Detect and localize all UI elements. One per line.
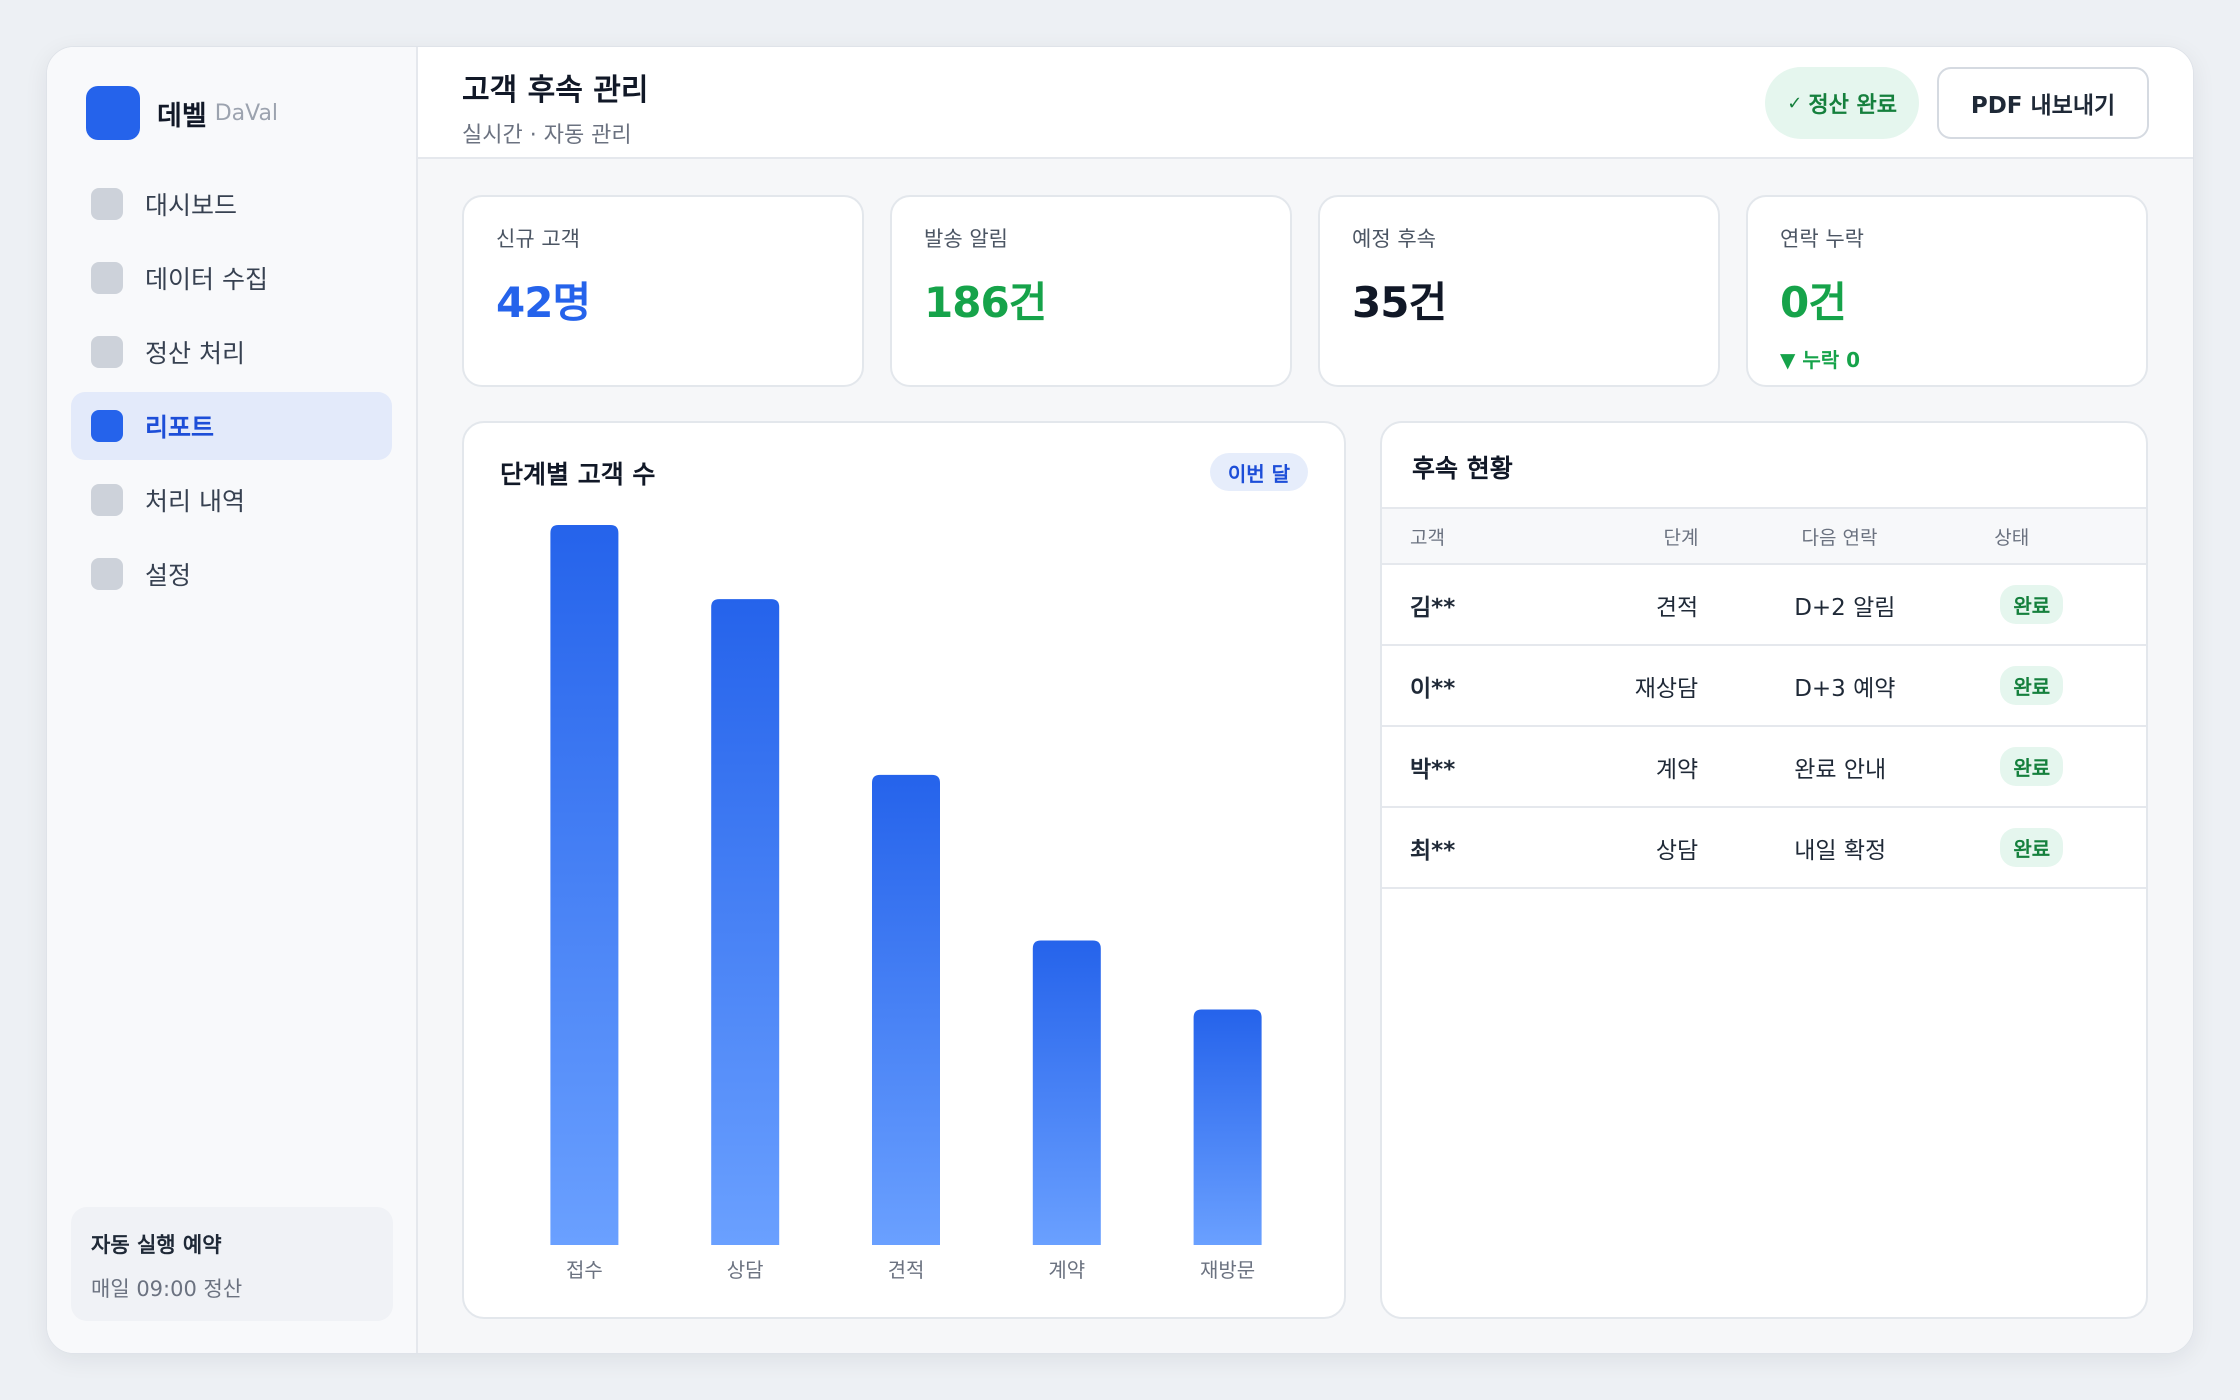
- stat-label: 신규 고객: [496, 227, 580, 251]
- brand[interactable]: 데벨 DaVal: [86, 86, 392, 140]
- settlement-status-label: 정산 완료: [1808, 93, 1897, 118]
- topbar: 고객 후속 관리 실시간 · 자동 관리 ✓ 정산 완료 PDF 내보내기: [418, 47, 2193, 159]
- status-badge: 완료: [2000, 585, 2064, 624]
- bar-chart: 접수 상담 견적 계약 재방문: [550, 525, 1262, 1282]
- table-row[interactable]: 김** 견적 D+2 알림 완료: [1382, 565, 2146, 646]
- check-icon: ✓: [1787, 92, 1803, 114]
- settlement-status-badge: ✓ 정산 완료: [1765, 67, 1919, 139]
- status-badge: 완료: [2000, 666, 2064, 705]
- sidebar-item-label: 데이터 수집: [145, 265, 268, 294]
- schedule-desc: 매일 09:00 정산: [91, 1277, 243, 1301]
- cell-next-contact: 완료 안내: [1794, 756, 1887, 783]
- stat-card-sent-alerts: 발송 알림 186건: [890, 195, 1292, 387]
- bar-5[interactable]: [1193, 1009, 1262, 1245]
- cell-stage: 계약: [1655, 756, 1699, 783]
- sidebar: 데벨 DaVal 대시보드 데이터 수집 정산 처리 리포트 처리 내역 설정 …: [47, 47, 418, 1353]
- auto-schedule-card[interactable]: 자동 실행 예약 매일 09:00 정산: [71, 1207, 393, 1321]
- stat-card-missed-contacts: 연락 누락 0건 ▼ 누락 0: [1746, 195, 2148, 387]
- report-icon: [91, 410, 123, 442]
- x-tick-label: 상담: [727, 1258, 764, 1282]
- table-row[interactable]: 이** 재상담 D+3 예약 완료: [1382, 646, 2146, 727]
- brand-name: 데벨: [157, 100, 207, 132]
- sidebar-item-data-collection[interactable]: 데이터 수집: [71, 244, 392, 312]
- stats-row: 신규 고객 42명 발송 알림 186건 예정 후속 35건 연락 누락 0건 …: [462, 195, 2148, 387]
- stat-value: 186건: [924, 278, 1047, 327]
- stat-label: 예정 후속: [1352, 227, 1436, 251]
- table-title: 후속 현황: [1412, 454, 1513, 483]
- sidebar-item-settings[interactable]: 설정: [71, 540, 392, 608]
- followup-table: 고객 단계 다음 연락 상태 김** 견적 D+2 알림 완료 이** 재상담 …: [1382, 507, 2146, 889]
- cell-customer: 김**: [1410, 594, 1456, 621]
- table-row[interactable]: 박** 계약 완료 안내 완료: [1382, 727, 2146, 808]
- status-badge: 완료: [2000, 747, 2064, 786]
- bar-3[interactable]: [872, 774, 940, 1245]
- bar-2[interactable]: [711, 599, 780, 1245]
- table-row[interactable]: 최** 상담 내일 확정 완료: [1382, 808, 2146, 889]
- sidebar-item-report[interactable]: 리포트: [71, 392, 392, 460]
- cell-stage: 견적: [1655, 594, 1699, 621]
- column-header-status[interactable]: 상태: [1877, 523, 2146, 550]
- column-header-customer[interactable]: 고객: [1382, 523, 1531, 550]
- x-tick-label: 접수: [566, 1258, 603, 1282]
- export-pdf-button[interactable]: PDF 내보내기: [1937, 67, 2149, 139]
- x-tick-label: 계약: [1048, 1258, 1085, 1282]
- main-content: 고객 후속 관리 실시간 · 자동 관리 ✓ 정산 완료 PDF 내보내기 신규…: [418, 47, 2193, 1353]
- settlement-icon: [91, 336, 123, 368]
- cell-customer: 이**: [1410, 675, 1456, 702]
- sidebar-nav: 대시보드 데이터 수집 정산 처리 리포트 처리 내역 설정: [71, 170, 392, 608]
- sidebar-item-dashboard[interactable]: 대시보드: [71, 170, 392, 238]
- brand-logo-icon: [86, 86, 140, 140]
- cell-next-contact: 내일 확정: [1794, 837, 1887, 864]
- stat-value: 0건: [1780, 278, 1847, 327]
- table-header: 고객 단계 다음 연락 상태: [1382, 507, 2146, 565]
- cell-status: 완료: [1917, 747, 2146, 786]
- brand-sub: DaVal: [214, 100, 279, 126]
- cell-next-contact: D+3 예약: [1794, 675, 1896, 702]
- stat-value: 42명: [496, 278, 591, 327]
- bar-1[interactable]: [550, 525, 619, 1245]
- sidebar-item-label: 리포트: [145, 413, 215, 442]
- data-collection-icon: [91, 262, 123, 294]
- cell-customer: 최**: [1410, 837, 1456, 864]
- column-header-stage[interactable]: 단계: [1531, 523, 1698, 550]
- sidebar-item-history[interactable]: 처리 내역: [71, 466, 392, 534]
- settings-icon: [91, 558, 123, 590]
- column-header-next-contact[interactable]: 다음 연락: [1698, 523, 1878, 550]
- cell-next-contact: D+2 알림: [1794, 594, 1896, 621]
- stage-chart-panel: 단계별 고객 수 이번 달 접수 상담 견적 계약 재방문: [462, 421, 1346, 1319]
- sidebar-item-label: 정산 처리: [145, 339, 245, 368]
- sidebar-item-label: 대시보드: [145, 191, 238, 220]
- cell-stage: 상담: [1655, 837, 1699, 864]
- cell-status: 완료: [1917, 585, 2146, 624]
- cell-stage: 재상담: [1634, 675, 1699, 702]
- stat-card-new-customers: 신규 고객 42명: [462, 195, 864, 387]
- sidebar-item-settlement[interactable]: 정산 처리: [71, 318, 392, 386]
- stat-value: 35건: [1352, 278, 1447, 327]
- history-icon: [91, 484, 123, 516]
- cell-status: 완료: [1917, 828, 2146, 867]
- stat-label: 연락 누락: [1780, 227, 1864, 251]
- stat-card-scheduled-followups: 예정 후속 35건: [1318, 195, 1720, 387]
- page-title: 고객 후속 관리: [462, 73, 649, 108]
- followup-status-panel: 후속 현황 고객 단계 다음 연락 상태 김** 견적 D+2 알림 완료 이*…: [1380, 421, 2148, 1319]
- dashboard-icon: [91, 188, 123, 220]
- bar-4[interactable]: [1032, 940, 1101, 1245]
- sidebar-item-label: 처리 내역: [145, 487, 245, 516]
- sidebar-item-label: 설정: [145, 561, 192, 590]
- stat-delta: ▼ 누락 0: [1780, 348, 1861, 372]
- x-tick-label: 견적: [888, 1258, 925, 1282]
- status-badge: 완료: [2000, 828, 2064, 867]
- x-tick-label: 재방문: [1200, 1258, 1255, 1282]
- cell-status: 완료: [1917, 666, 2146, 705]
- app-window: 데벨 DaVal 대시보드 데이터 수집 정산 처리 리포트 처리 내역 설정 …: [46, 46, 2194, 1354]
- cell-customer: 박**: [1410, 756, 1456, 783]
- schedule-title: 자동 실행 예약: [91, 1233, 222, 1257]
- stat-label: 발송 알림: [924, 227, 1008, 251]
- page-subtitle: 실시간 · 자동 관리: [462, 123, 632, 148]
